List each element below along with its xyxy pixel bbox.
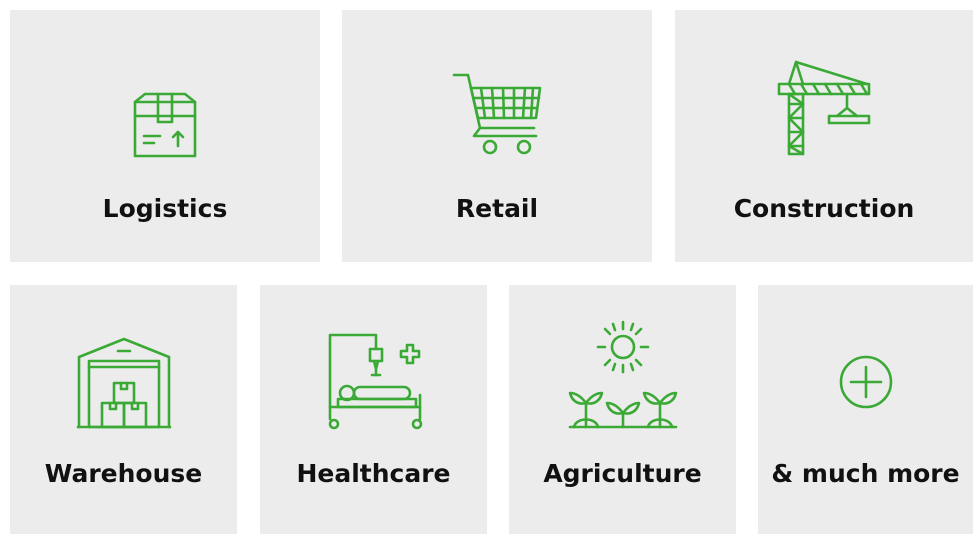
tile-label: Healthcare bbox=[296, 459, 451, 488]
warehouse-icon bbox=[76, 337, 171, 429]
tile-logistics[interactable]: Logistics bbox=[10, 10, 320, 262]
tile-retail[interactable]: Retail bbox=[342, 10, 652, 262]
tile-much-more[interactable]: & much more bbox=[758, 285, 973, 534]
tile-agriculture[interactable]: Agriculture bbox=[509, 285, 736, 534]
package-box-icon bbox=[133, 92, 197, 158]
plus-circle-icon bbox=[839, 355, 892, 409]
sun-and-plants-icon bbox=[568, 320, 677, 429]
tile-warehouse[interactable]: Warehouse bbox=[10, 285, 237, 534]
tile-label: Warehouse bbox=[44, 459, 203, 488]
tile-label: Agriculture bbox=[543, 459, 702, 488]
tile-label: & much more bbox=[771, 459, 960, 488]
tile-label: Construction bbox=[733, 194, 915, 223]
hospital-bed-icon bbox=[328, 333, 422, 430]
shopping-cart-icon bbox=[452, 73, 542, 155]
tile-label: Logistics bbox=[102, 194, 228, 223]
tile-construction[interactable]: Construction bbox=[675, 10, 973, 262]
tile-label: Retail bbox=[455, 194, 539, 223]
tile-healthcare[interactable]: Healthcare bbox=[260, 285, 487, 534]
tower-crane-icon bbox=[777, 60, 871, 156]
